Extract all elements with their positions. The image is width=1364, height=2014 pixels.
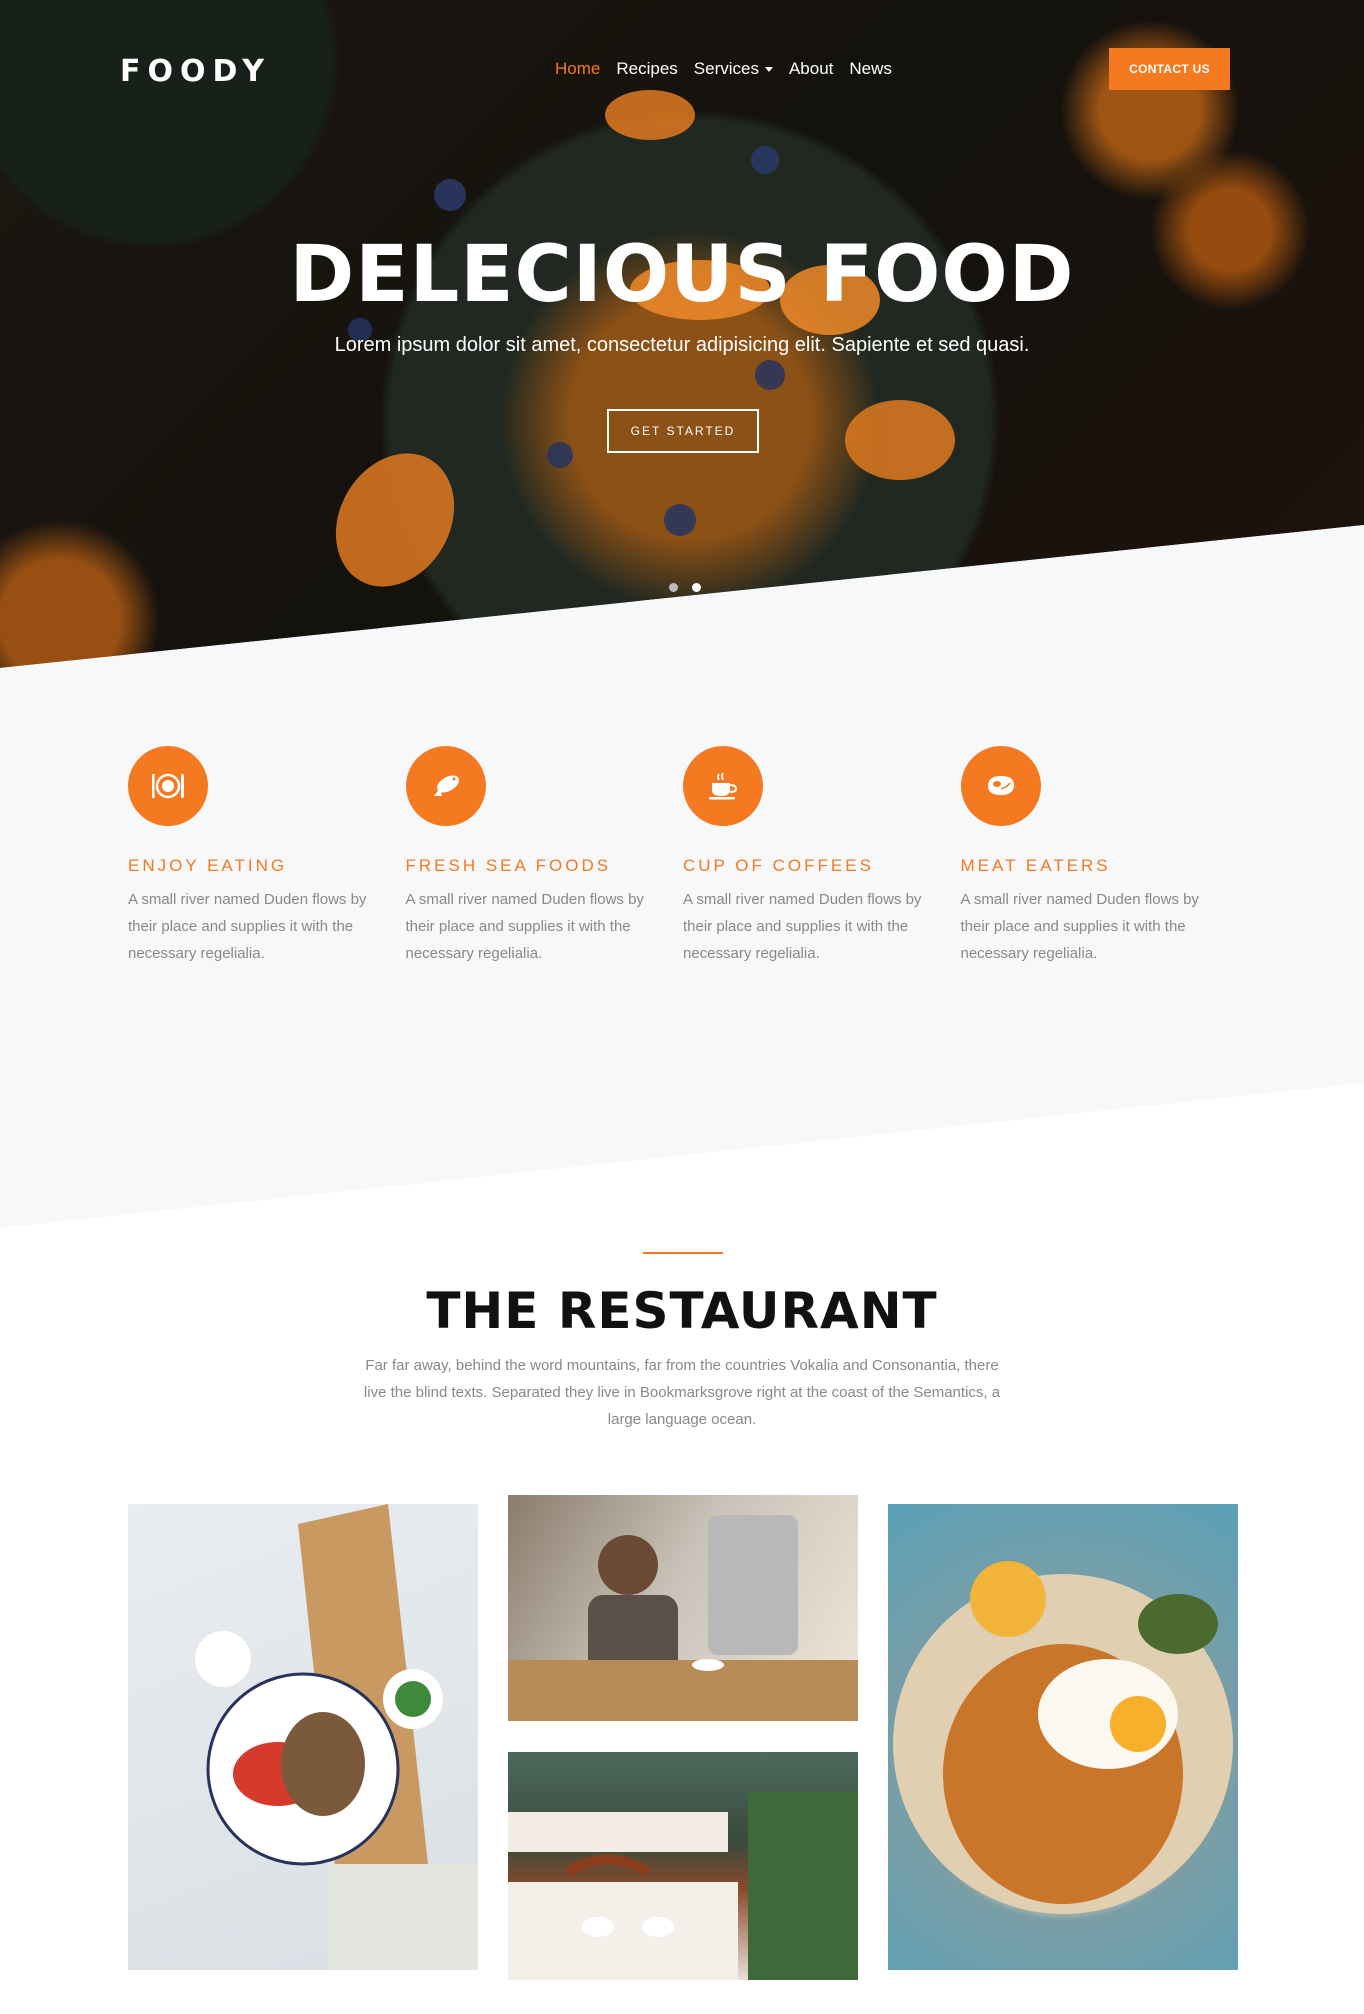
restaurant-description: Far far away, behind the word mountains,… <box>363 1357 1001 1428</box>
gallery-image-egg-noodles <box>888 1504 1238 1970</box>
nav-news[interactable]: News <box>849 59 892 79</box>
hero-title: DELECIOUS FOOD <box>289 230 1075 320</box>
feature-title: MEAT EATERS <box>960 856 1111 875</box>
nav-about[interactable]: About <box>789 59 833 79</box>
section-divider <box>643 1252 723 1254</box>
gallery-image-dining-room <box>508 1752 858 1980</box>
feature-text: A small river named Duden flows by their… <box>128 891 367 962</box>
nav-home-label: Home <box>555 59 601 78</box>
nav-recipes-label: Recipes <box>616 59 678 78</box>
top-navbar: FOODY Home Recipes Services About News C… <box>0 46 1364 94</box>
feature-cup-of-coffees: CUP OF COFFEES A small river named Duden… <box>683 746 961 967</box>
brand-logo[interactable]: FOODY <box>120 54 271 89</box>
contact-us-button[interactable]: CONTACT US <box>1109 48 1230 90</box>
chevron-down-icon <box>764 66 773 72</box>
feature-fresh-sea-foods: FRESH SEA FOODS A small river named Dude… <box>405 746 684 967</box>
feature-title: ENJOY EATING <box>128 856 288 875</box>
steak-icon <box>960 746 1041 826</box>
features-row: ENJOY EATING A small river named Duden f… <box>128 746 1238 967</box>
feature-title: FRESH SEA FOODS <box>405 856 612 875</box>
fish-icon <box>405 746 486 826</box>
nav-home[interactable]: Home <box>555 59 600 79</box>
nav-services-label: Services <box>693 59 759 78</box>
feature-text: A small river named Duden flows by their… <box>683 891 922 962</box>
feature-title: CUP OF COFFEES <box>683 856 874 875</box>
gallery-image-barista <box>508 1495 858 1721</box>
hero-subtitle: Lorem ipsum dolor sit amet, consectetur … <box>334 334 1030 356</box>
feature-text: A small river named Duden flows by their… <box>405 891 644 962</box>
plate-cutlery-icon <box>128 746 208 826</box>
feature-enjoy-eating: ENJOY EATING A small river named Duden f… <box>128 746 406 967</box>
feature-text: A small river named Duden flows by their… <box>960 891 1199 962</box>
main-menu: Home Recipes Services About News <box>555 59 892 79</box>
nav-recipes[interactable]: Recipes <box>616 59 677 79</box>
restaurant-title: THE RESTAURANT <box>426 1282 938 1340</box>
nav-services[interactable]: Services <box>694 59 773 79</box>
nav-about-label: About <box>788 59 834 78</box>
gallery-image-salad <box>128 1504 478 1970</box>
nav-news-label: News <box>849 59 892 78</box>
coffee-cup-icon <box>683 746 763 826</box>
get-started-button[interactable]: GET STARTED <box>607 409 759 453</box>
feature-meat-eaters: MEAT EATERS A small river named Duden fl… <box>960 746 1239 967</box>
